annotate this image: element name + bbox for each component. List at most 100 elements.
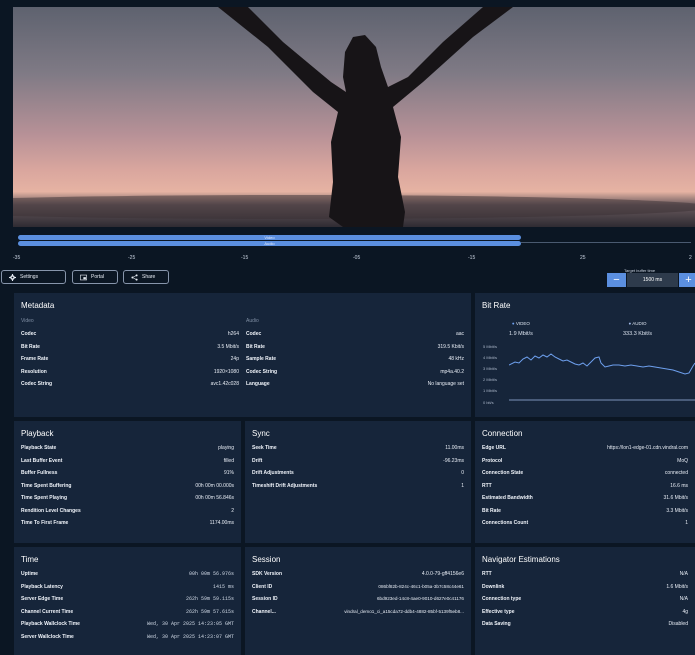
video-bitrate-line bbox=[509, 353, 695, 375]
bitrate-panel: Bit Rate ● VIDEO 1.9 Mbit/s ● AUDIO 333.… bbox=[475, 293, 695, 417]
stat-row: Protocol MoQ bbox=[482, 457, 688, 464]
video-heading: Video bbox=[21, 318, 34, 324]
timeline-tick: -15 bbox=[468, 255, 476, 261]
stat-row: Seek Time 11.00ms bbox=[252, 445, 464, 451]
timeline-tick: -35 bbox=[13, 255, 21, 261]
sync-panel: Sync Seek Time 11.00ms Drift -96.23ms Drif… bbox=[245, 421, 471, 543]
panel-title: Time bbox=[21, 555, 39, 564]
stat-row: Uptime 00h 00m 56.976s bbox=[21, 571, 234, 577]
timeline-tick: -05 bbox=[353, 255, 361, 261]
video-legend: ● VIDEO 1.9 Mbit/s bbox=[509, 321, 533, 337]
panel-title: Metadata bbox=[21, 301, 55, 310]
metadata-row: Codec String avc1.42c028 bbox=[21, 381, 239, 387]
settings-label: Settings bbox=[20, 274, 39, 280]
stat-row: Client ID 086bf82b-824c-46c1-b05a-3b7c58c… bbox=[252, 583, 464, 590]
metadata-row: Bit Rate 3.5 Mbit/s bbox=[21, 343, 239, 350]
metadata-row: Frame Rate 24p bbox=[21, 356, 239, 362]
audio-bitrate-value: 333.3 Kbit/s bbox=[623, 331, 653, 337]
metadata-row: Codec aac bbox=[246, 331, 464, 337]
y-axis-label: 2 Mbit/s bbox=[483, 377, 498, 382]
metadata-row: Language No language set bbox=[246, 381, 464, 387]
share-label: Share bbox=[142, 274, 156, 280]
audio-buffer-bar: Audio bbox=[18, 241, 521, 246]
stat-row: Time Spent Buffering 00h 00m 00.000s bbox=[21, 482, 234, 489]
video-frame bbox=[13, 7, 695, 227]
session-panel: Session SDK Version 4.0.0-79-gff4156e6 Cl… bbox=[245, 547, 471, 655]
share-icon bbox=[131, 273, 138, 281]
timeline-tick: 2 bbox=[689, 255, 692, 261]
stat-row: RTT 16.6 ms bbox=[482, 482, 688, 489]
panel-title: Sync bbox=[252, 429, 270, 438]
decrease-buffer-button[interactable]: − bbox=[607, 273, 626, 287]
increase-buffer-button[interactable]: + bbox=[679, 273, 695, 287]
timeline-tick: -15 bbox=[241, 255, 249, 261]
stat-row: Time To First Frame 1174.00ms bbox=[21, 520, 234, 526]
portal-button[interactable]: Portal bbox=[72, 270, 118, 284]
stat-row: Session ID 6bd923ed-14c8-4ae0-9010-d627e0… bbox=[252, 596, 464, 602]
gear-icon bbox=[9, 273, 16, 281]
stat-row: Effective type 4g bbox=[482, 608, 688, 615]
time-panel: Time Uptime 00h 00m 56.976s Playback Late… bbox=[14, 547, 241, 655]
stat-row: Estimated Bandwidth 31.6 Mbit/s bbox=[482, 495, 688, 501]
panel-title: Bit Rate bbox=[482, 301, 511, 310]
metadata-row: Codec h264 bbox=[21, 331, 239, 337]
panel-title: Playback bbox=[21, 429, 54, 438]
navigator-panel: Navigator Estimations RTT N/A Downlink 1.6… bbox=[475, 547, 695, 655]
y-axis-label: 3 Mbit/s bbox=[483, 366, 498, 371]
stat-row: Connection State connected bbox=[482, 470, 688, 476]
audio-legend: ● AUDIO 333.3 Kbit/s bbox=[623, 321, 653, 337]
portal-label: Portal bbox=[91, 274, 105, 280]
stat-row: Connections Count 1 bbox=[482, 520, 688, 526]
stat-row: Rendition Level Changes 2 bbox=[21, 507, 234, 514]
video-metadata: Video Codec h264 Bit Rate 3.5 Mbit/s Frame… bbox=[21, 318, 239, 394]
playback-panel: Playback Playback State playing Last Buff… bbox=[14, 421, 241, 543]
stat-row: Playback Latency 1415 ms bbox=[21, 583, 234, 590]
metadata-row: Sample Rate 48 kHz bbox=[246, 356, 464, 362]
stat-row: Playback State playing bbox=[21, 445, 234, 451]
stat-row: Channel Current Time 262h 59m 57.615s bbox=[21, 608, 234, 615]
stat-row: Buffer Fullness 91% bbox=[21, 470, 234, 476]
audio-heading: Audio bbox=[246, 318, 259, 324]
stat-row: Server Wallclock Time Wed, 30 Apr 2025 14… bbox=[21, 633, 234, 640]
stat-row: Channel... vindral_demo1_ci_a15cda72-ddb4… bbox=[252, 608, 464, 615]
stat-row: Playback Wallclock Time Wed, 30 Apr 2025 … bbox=[21, 621, 234, 627]
stat-row: Time Spent Playing 00h 00m 56.846s bbox=[21, 495, 234, 501]
metadata-row: Resolution 1920×1080 bbox=[21, 368, 239, 375]
metadata-panel: Metadata Video Codec h264 Bit Rate 3.5 Mbi… bbox=[14, 293, 471, 417]
panel-title: Navigator Estimations bbox=[482, 555, 560, 564]
stat-row: Downlink 1.6 Mbit/s bbox=[482, 583, 688, 590]
stat-row: Timeshift Drift Adjustments 1 bbox=[252, 482, 464, 489]
video-bitrate-value: 1.9 Mbit/s bbox=[509, 331, 533, 337]
buffer-timeline[interactable]: Video Audio -35 -25 -15 -05 -15 25 2 bbox=[13, 233, 695, 263]
stat-row: RTT N/A bbox=[482, 571, 688, 577]
y-axis-label: 5 Mbit/s bbox=[483, 344, 498, 349]
panel-title: Session bbox=[252, 555, 281, 564]
panel-title: Connection bbox=[482, 429, 523, 438]
stat-row: Drift -96.23ms bbox=[252, 457, 464, 464]
portal-icon bbox=[80, 274, 87, 280]
metadata-row: Bit Rate 319.5 Kbit/s bbox=[246, 343, 464, 350]
stat-row: Data Saving Disabled bbox=[482, 621, 688, 627]
buffer-time-input[interactable]: 1500 ms bbox=[627, 273, 678, 287]
y-axis-label: 1 Mbit/s bbox=[483, 388, 498, 393]
stat-row: Connection type N/A bbox=[482, 596, 688, 602]
player-controls: Settings Portal Share Target buffer time… bbox=[0, 268, 695, 290]
timeline-track bbox=[521, 242, 691, 243]
y-axis-label: 0 bit/s bbox=[483, 400, 494, 405]
stat-row: Edge URL https://lon1-edge-01.cdn.vindral… bbox=[482, 445, 688, 451]
stat-row: Bit Rate 3.3 Mbit/s bbox=[482, 507, 688, 514]
bitrate-graph bbox=[509, 353, 695, 401]
share-button[interactable]: Share bbox=[123, 270, 169, 284]
video-player[interactable] bbox=[13, 7, 695, 227]
timeline-tick: -25 bbox=[128, 255, 136, 261]
y-axis-label: 4 Mbit/s bbox=[483, 355, 498, 360]
timeline-tick: 25 bbox=[580, 255, 586, 261]
audio-metadata: Audio Codec aac Bit Rate 319.5 Kbit/s Samp… bbox=[246, 318, 464, 394]
settings-button[interactable]: Settings bbox=[1, 270, 66, 284]
video-buffer-bar: Video bbox=[18, 235, 521, 240]
stat-row: Server Edge Time 262h 59m 59.115s bbox=[21, 596, 234, 602]
metadata-row: Codec String mp4a.40.2 bbox=[246, 368, 464, 375]
stat-row: Drift Adjustments 0 bbox=[252, 470, 464, 476]
stat-row: SDK Version 4.0.0-79-gff4156e6 bbox=[252, 571, 464, 577]
connection-panel: Connection Edge URL https://lon1-edge-01.… bbox=[475, 421, 695, 543]
